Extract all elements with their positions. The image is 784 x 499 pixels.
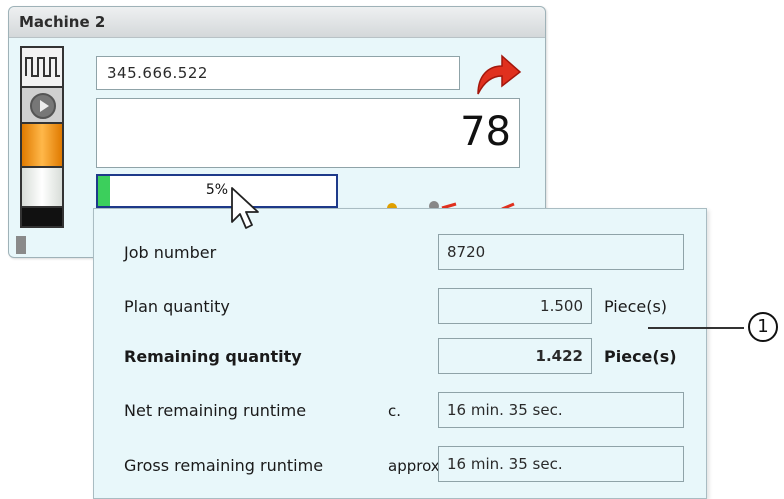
plan-quantity-unit: Piece(s) — [604, 297, 668, 316]
panel-title: Machine 2 — [19, 13, 106, 31]
play-icon — [20, 86, 64, 122]
pulse-icon — [20, 46, 64, 86]
callout-number: 1 — [748, 312, 778, 342]
job-number-label: Job number — [124, 243, 217, 262]
callout-line — [648, 327, 744, 329]
redo-arrow-icon[interactable] — [470, 52, 522, 96]
gross-runtime-prefix: approx. — [388, 457, 438, 475]
job-number-field: 8720 — [438, 234, 684, 270]
plan-quantity-field: 1.500 — [438, 288, 592, 324]
job-details-tooltip: Job number 8720 Plan quantity 1.500 Piec… — [93, 208, 707, 499]
net-runtime-field: 16 min. 35 sec. — [438, 392, 684, 428]
remaining-quantity-unit: Piece(s) — [604, 347, 677, 366]
progress-label: 5% — [205, 182, 229, 198]
plan-quantity-label: Plan quantity — [124, 297, 230, 316]
gross-runtime-field: 16 min. 35 sec. — [438, 446, 684, 482]
serial-field: 345.666.522 — [96, 56, 460, 90]
remaining-quantity-field: 1.422 — [438, 338, 592, 374]
tower-light-white — [20, 166, 64, 206]
mouse-cursor-icon — [231, 187, 259, 229]
net-runtime-label: Net remaining runtime — [124, 401, 307, 420]
tower-light-orange — [20, 122, 64, 166]
count-value: 78 — [460, 109, 511, 155]
net-runtime-prefix: c. — [388, 402, 402, 420]
gross-runtime-label: Gross remaining runtime — [124, 456, 324, 475]
remaining-quantity-label: Remaining quantity — [124, 347, 302, 366]
count-display: 78 — [96, 98, 520, 168]
signal-tower — [20, 46, 64, 228]
tower-base — [20, 206, 64, 228]
panel-header: Machine 2 — [9, 7, 545, 38]
tower-pole — [16, 236, 26, 254]
progress-bar[interactable]: 5% — [96, 174, 338, 208]
